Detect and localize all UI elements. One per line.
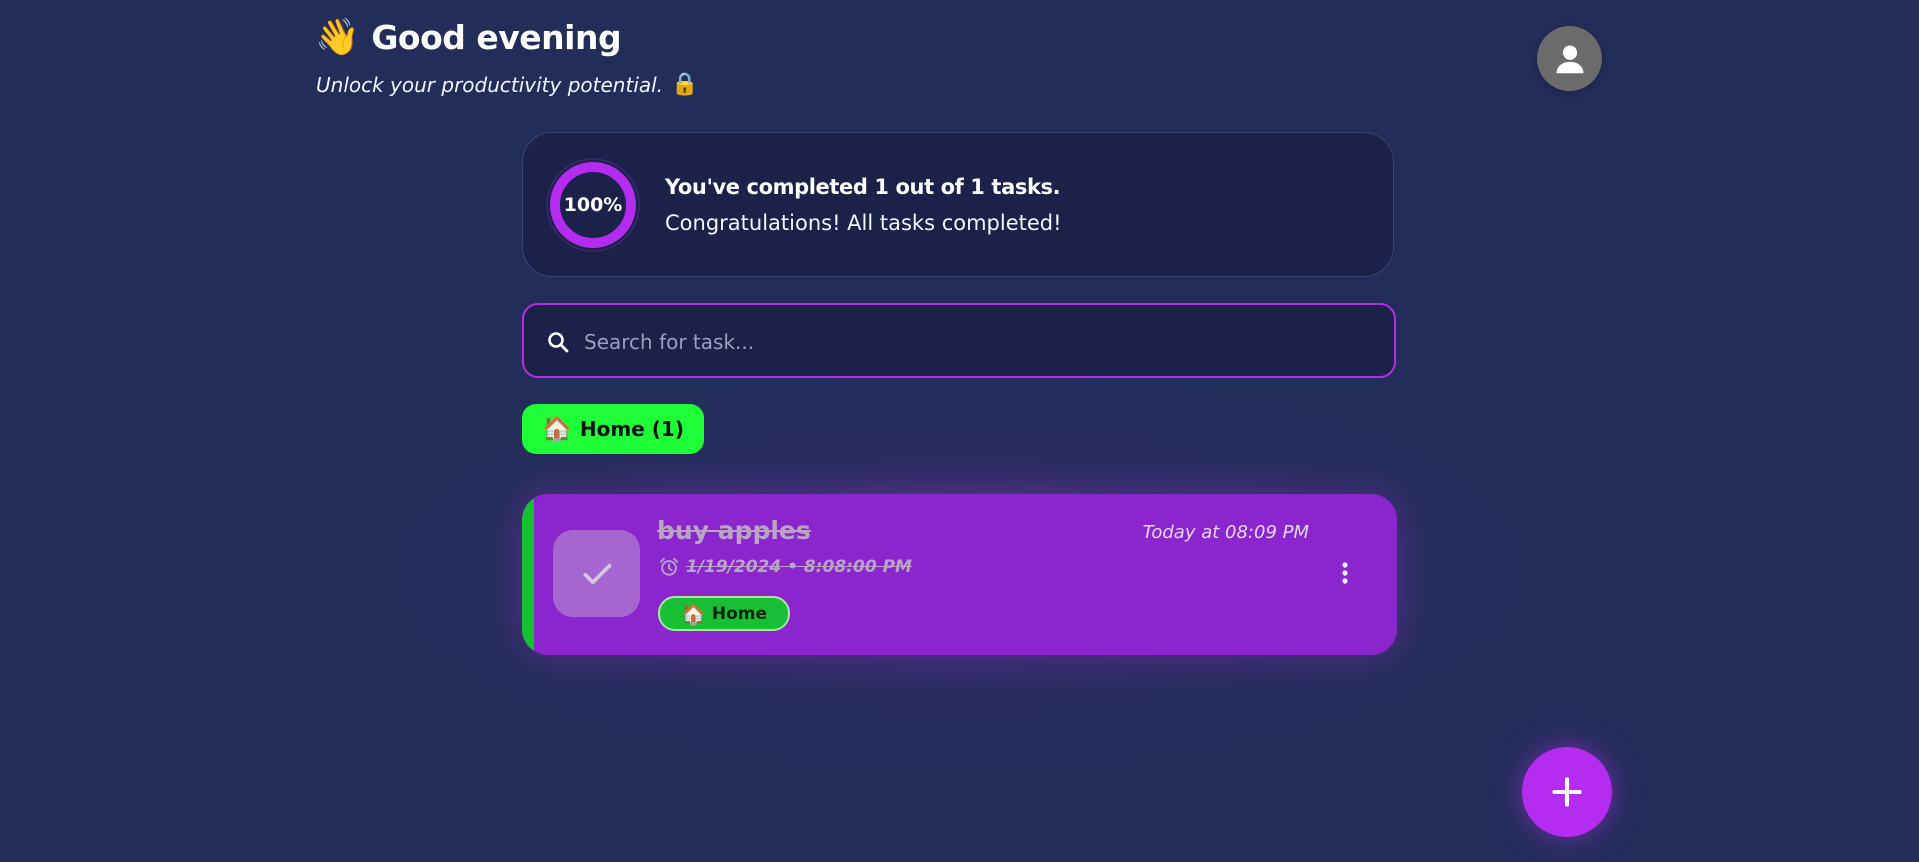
search-bar: [522, 303, 1396, 378]
plus-icon: [1552, 777, 1582, 807]
category-chip-home[interactable]: 🏠 Home (1): [522, 404, 704, 454]
greeting-subtitle: Unlock your productivity potential. 🔒: [316, 72, 698, 97]
waving-hand-emoji: 👋: [315, 16, 360, 58]
add-task-button[interactable]: [1522, 747, 1612, 837]
alarm-clock-icon: [659, 557, 679, 576]
task-category-tag[interactable]: 🏠 Home: [658, 596, 790, 631]
user-icon: [1556, 45, 1583, 73]
task-deadline-text: 1/19/2024 • 8:08:00 PM: [686, 557, 912, 577]
subtitle-text: Unlock your productivity potential.: [316, 72, 664, 97]
lock-emoji: 🔒: [671, 72, 699, 97]
checkmark-icon: [583, 563, 611, 584]
progress-percent: 100%: [563, 194, 623, 216]
progress-message: Congratulations! All tasks completed!: [665, 211, 1062, 235]
greeting-text: Good evening: [371, 18, 622, 57]
task-deadline: 1/19/2024 • 8:08:00 PM: [658, 556, 912, 578]
task-complete-checkbox[interactable]: [553, 530, 640, 617]
search-input[interactable]: [582, 323, 1376, 361]
task-name: buy apples: [657, 516, 811, 545]
app-page: 👋 Good evening Unlock your productivity …: [0, 0, 1919, 862]
task-item[interactable]: buy apples Today at 08:09 PM 1/19/2024 •…: [522, 494, 1397, 655]
house-emoji: 🏠: [680, 601, 706, 626]
greeting-heading: 👋 Good evening: [315, 16, 622, 58]
progress-title: You've completed 1 out of 1 tasks.: [665, 175, 1061, 199]
house-emoji: 🏠: [542, 415, 572, 443]
task-more-options-button[interactable]: [1337, 558, 1353, 588]
task-category-label: Home: [711, 603, 768, 624]
user-avatar-button[interactable]: [1537, 26, 1602, 91]
category-chip-label: Home (1): [579, 417, 684, 441]
more-vertical-icon: [1342, 562, 1348, 584]
progress-card: 100% You've completed 1 out of 1 tasks. …: [522, 132, 1394, 277]
task-category-accent: [522, 494, 534, 655]
search-icon: [548, 332, 569, 353]
progress-ring: 100%: [545, 157, 641, 253]
task-created-date: Today at 08:09 PM: [1142, 522, 1309, 543]
